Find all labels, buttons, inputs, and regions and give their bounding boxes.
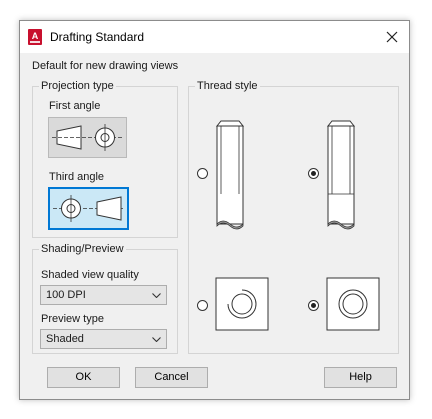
thread-end-view-circle-icon — [326, 277, 380, 331]
radio-selected-dot — [311, 171, 316, 176]
cancel-button[interactable]: Cancel — [135, 367, 208, 388]
svg-text:A: A — [32, 31, 39, 41]
close-button[interactable] — [380, 25, 404, 49]
shaded-view-quality-label: Shaded view quality — [41, 269, 139, 281]
autodesk-app-icon: A — [28, 29, 42, 45]
radio-selected-dot — [311, 303, 316, 308]
dialog-subtitle: Default for new drawing views — [32, 60, 179, 72]
thread-style-label: Thread style — [195, 80, 260, 92]
first-angle-option[interactable] — [48, 117, 127, 158]
preview-type-value: Shaded — [46, 333, 84, 345]
first-angle-projection-icon — [52, 124, 123, 151]
thread-style-radio-side-plain[interactable] — [197, 168, 208, 179]
third-angle-option[interactable] — [48, 187, 129, 230]
chevron-down-icon — [152, 337, 161, 342]
preview-type-select[interactable]: Shaded — [40, 329, 167, 349]
shaded-view-quality-select[interactable]: 100 DPI — [40, 285, 167, 305]
thread-end-view-arc-icon — [215, 277, 269, 331]
close-icon — [386, 31, 398, 43]
projection-type-label: Projection type — [39, 80, 116, 92]
help-button[interactable]: Help — [324, 367, 397, 388]
third-angle-label: Third angle — [49, 171, 105, 183]
chevron-down-icon — [152, 293, 161, 298]
shading-preview-label: Shading/Preview — [39, 243, 126, 255]
thread-side-view-lines-icon — [326, 120, 356, 230]
thread-side-view-plain-icon — [215, 120, 245, 230]
thread-style-radio-end-circle[interactable] — [308, 300, 319, 311]
shaded-view-quality-value: 100 DPI — [46, 289, 86, 301]
third-angle-projection-icon — [53, 195, 124, 222]
thread-style-radio-end-arc[interactable] — [197, 300, 208, 311]
first-angle-label: First angle — [49, 100, 101, 112]
ok-button[interactable]: OK — [47, 367, 120, 388]
drafting-standard-dialog: A Drafting Standard Default for new draw… — [19, 20, 410, 400]
title-bar: A Drafting Standard — [20, 21, 409, 53]
preview-type-label: Preview type — [41, 313, 104, 325]
window-title: Drafting Standard — [50, 30, 145, 44]
thread-style-radio-side-lines[interactable] — [308, 168, 319, 179]
